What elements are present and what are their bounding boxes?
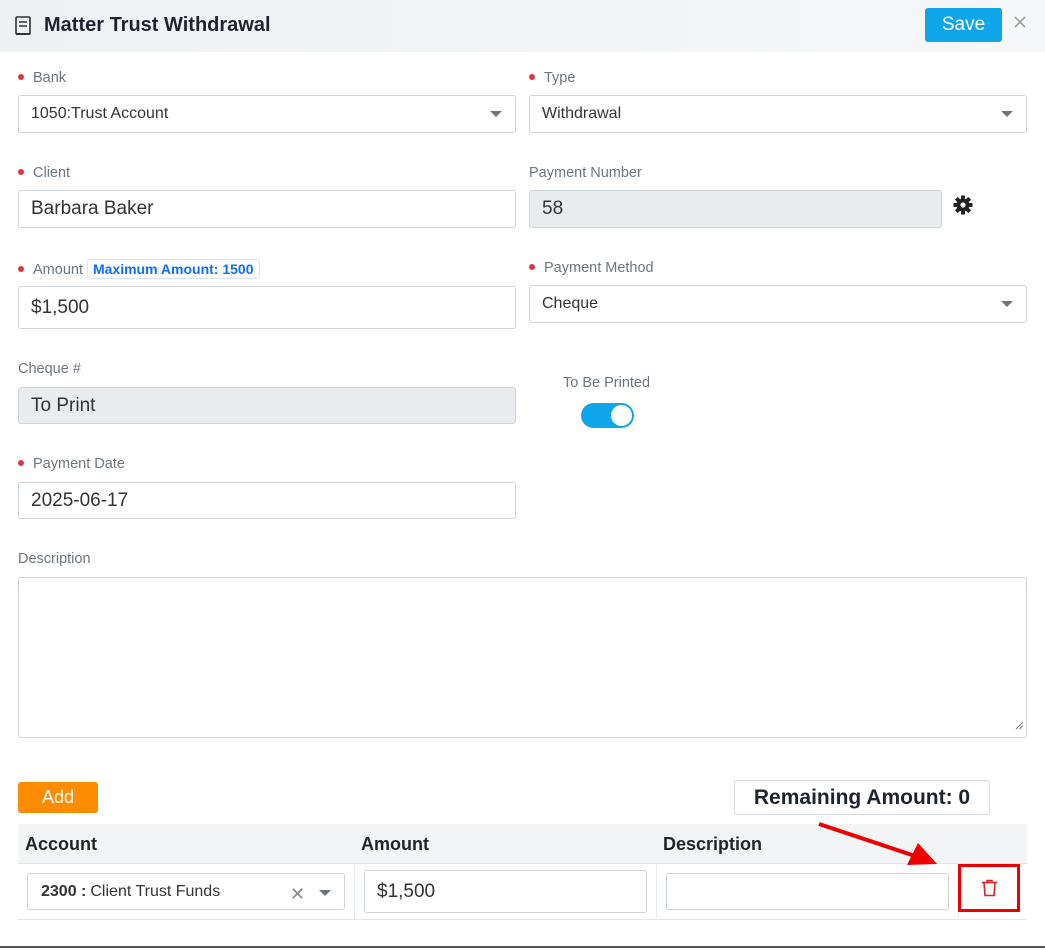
save-button[interactable]: Save (925, 8, 1002, 42)
close-icon[interactable] (1012, 14, 1028, 35)
resize-grip-icon[interactable] (1015, 717, 1024, 735)
required-indicator (18, 169, 24, 176)
cheque-value: To Print (31, 394, 96, 416)
clear-icon[interactable]: ✕ (290, 884, 305, 905)
column-header-account: Account (25, 834, 97, 854)
account-name: Client Trust Funds (90, 882, 221, 900)
client-label: Client (18, 165, 70, 181)
type-label: Type (529, 70, 575, 86)
annotation-arrow-icon (815, 818, 945, 878)
payment-number-label: Payment Number (529, 165, 642, 181)
payment-number-value: 58 (542, 198, 564, 219)
document-icon (14, 16, 32, 41)
description-label: Description (18, 551, 91, 567)
bottom-border (0, 946, 1045, 948)
type-select[interactable]: Withdrawal (529, 95, 1027, 133)
amount-label: Amount Maximum Amount: 1500 (18, 259, 260, 279)
remaining-amount: Remaining Amount: 0 (734, 780, 990, 815)
payment-date-label: Payment Date (18, 456, 125, 472)
payment-number-field: 58 (529, 190, 942, 228)
bank-label: Bank (18, 70, 66, 86)
maximum-amount-badge: Maximum Amount: 1500 (86, 259, 260, 279)
line-amount-input[interactable]: $1,500 (364, 870, 647, 913)
bank-select[interactable]: 1050:Trust Account (18, 95, 516, 133)
payment-method-label: Payment Method (529, 260, 654, 276)
cheque-field: To Print (18, 387, 516, 424)
amount-value: $1,500 (31, 296, 90, 318)
amount-field[interactable]: $1,500 (18, 286, 516, 329)
delete-row-button[interactable] (958, 864, 1020, 912)
gear-icon[interactable] (953, 195, 973, 220)
to-be-printed-label: To Be Printed (563, 375, 651, 391)
account-code: 2300 : (41, 882, 87, 900)
required-indicator (529, 264, 535, 271)
client-field[interactable]: Barbara Baker (18, 190, 516, 228)
add-line-button[interactable]: Add (18, 782, 98, 813)
line-description-input[interactable] (666, 873, 949, 910)
description-textarea[interactable] (18, 577, 1027, 738)
required-indicator (18, 266, 24, 273)
required-indicator (18, 460, 24, 467)
payment-method-select[interactable]: Cheque (529, 285, 1027, 323)
line-amount-value: $1,500 (377, 880, 436, 902)
client-value: Barbara Baker (31, 198, 154, 219)
trash-icon (981, 879, 998, 902)
to-be-printed-toggle[interactable] (581, 403, 634, 428)
column-header-amount: Amount (361, 834, 429, 854)
account-select[interactable]: 2300 : Client Trust Funds ✕ (27, 873, 345, 910)
payment-method-value: Cheque (542, 295, 599, 312)
chevron-down-icon (1001, 111, 1013, 117)
chevron-down-icon (319, 890, 331, 896)
required-indicator (18, 74, 24, 81)
toggle-knob (611, 405, 632, 426)
column-divider (656, 864, 657, 920)
type-value: Withdrawal (542, 105, 622, 122)
modal-header: Matter Trust Withdrawal Save (0, 0, 1045, 52)
bank-value: 1050:Trust Account (31, 105, 169, 122)
chevron-down-icon (1001, 301, 1013, 307)
column-divider (354, 864, 355, 920)
cheque-label: Cheque # (18, 361, 81, 377)
required-indicator (529, 74, 535, 81)
modal-title: Matter Trust Withdrawal (44, 14, 271, 36)
column-header-description: Description (663, 834, 763, 854)
chevron-down-icon (490, 111, 502, 117)
payment-date-field[interactable]: 2025-06-17 (18, 482, 516, 519)
payment-date-value: 2025-06-17 (31, 489, 129, 511)
